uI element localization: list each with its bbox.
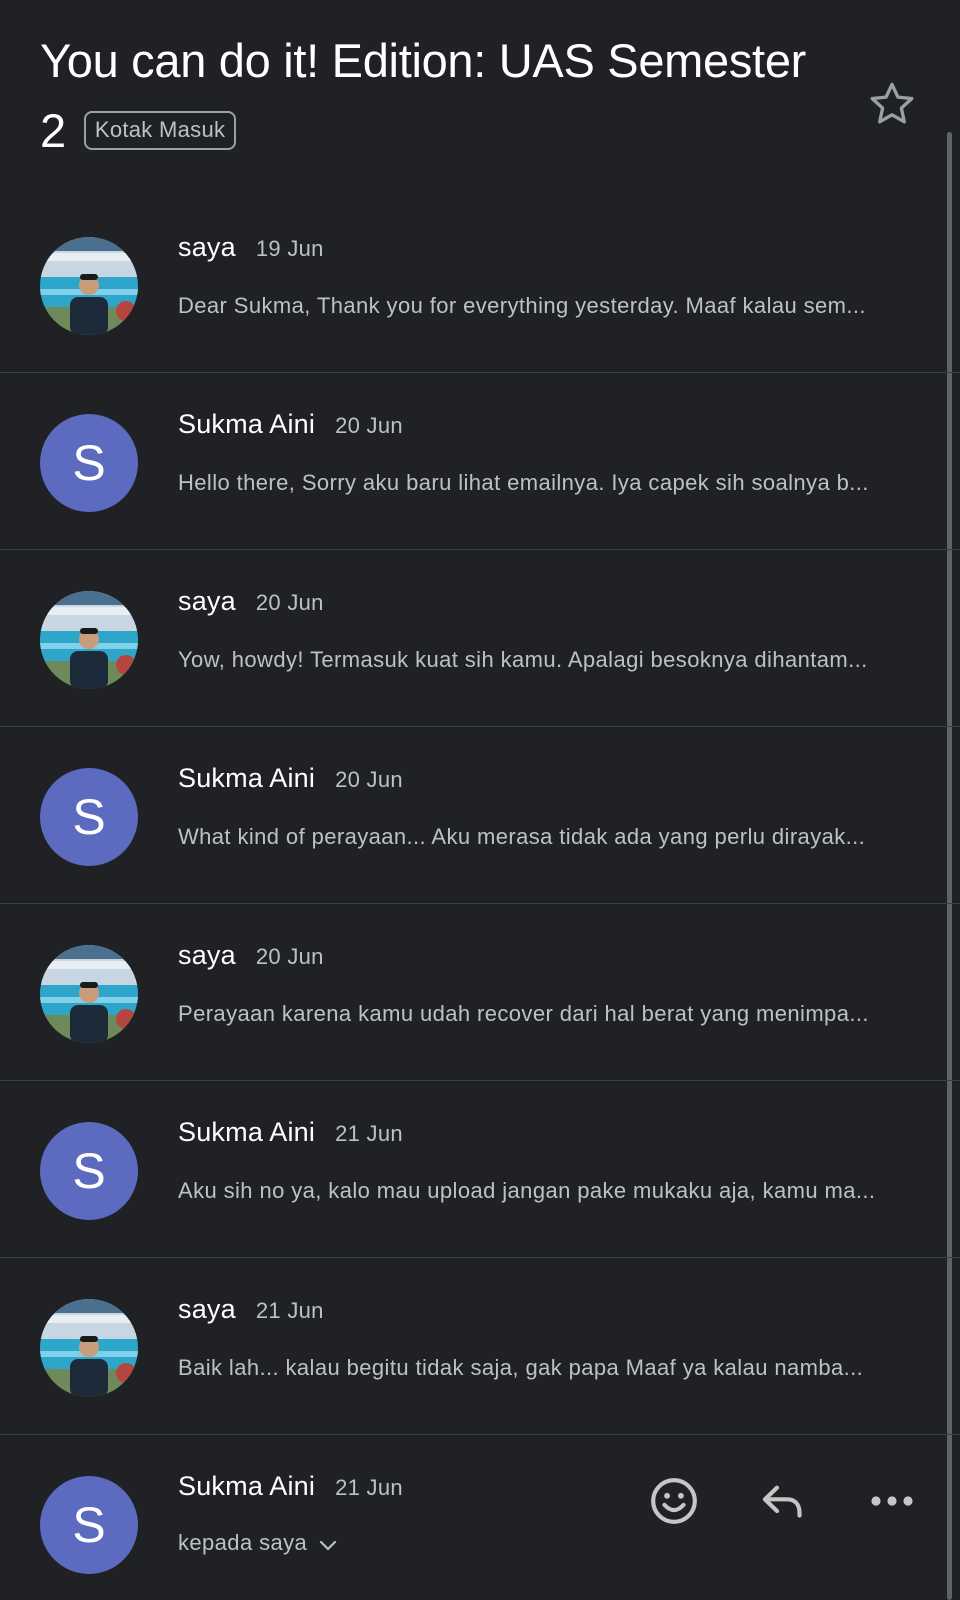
message-snippet: Hello there, Sorry aku baru lihat emailn… <box>178 470 869 495</box>
message-date: 21 Jun <box>255 1298 324 1323</box>
inbox-label-chip[interactable]: Kotak Masuk <box>83 111 237 150</box>
message-actions <box>644 1471 934 1531</box>
message-snippet: Baik lah... kalau begitu tidak saja, gak… <box>178 1355 864 1380</box>
message-item[interactable]: saya 19 Jun Dear Sukma, Thank you for eve… <box>0 196 960 373</box>
avatar-photo <box>40 591 138 689</box>
sender-name: Sukma Aini <box>178 1471 316 1501</box>
message-item[interactable]: S Sukma Aini 21 Jun Aku sih no ya, kalo m… <box>0 1081 960 1258</box>
message-date: 21 Jun <box>335 1121 403 1146</box>
avatar-photo <box>40 945 138 1043</box>
sender-name: saya <box>178 232 236 262</box>
message-snippet: What kind of perayaan... Aku merasa tida… <box>178 824 866 849</box>
avatar-initial: S <box>72 1497 106 1553</box>
message-header: saya 20 Jun <box>178 940 324 971</box>
chevron-down-icon[interactable] <box>319 1540 337 1552</box>
thread-subject: You can do it! Edition: UAS Semester 2 Ko… <box>40 26 840 166</box>
message-header: Sukma Aini 20 Jun <box>178 763 403 794</box>
message-date: 20 Jun <box>335 767 403 792</box>
message-snippet: Yow, howdy! Termasuk kuat sih kamu. Apal… <box>178 647 868 672</box>
message-date: 21 Jun <box>335 1475 403 1500</box>
recipient-text: kepada saya <box>178 1530 308 1555</box>
message-header: Sukma Aini 21 Jun <box>178 1117 403 1148</box>
message-header: Sukma Aini 21 Jun <box>178 1471 403 1502</box>
message-date: 19 Jun <box>255 236 324 261</box>
avatar-photo <box>40 1299 138 1397</box>
avatar-initial: S <box>72 435 106 491</box>
message-item[interactable]: S Sukma Aini 20 Jun What kind of perayaan… <box>0 727 960 904</box>
avatar-initial: S <box>72 789 106 845</box>
more-options-icon[interactable] <box>862 1471 922 1531</box>
message-item[interactable]: saya 21 Jun Baik lah... kalau begitu tida… <box>0 1258 960 1435</box>
message-snippet: Perayaan karena kamu udah recover dari h… <box>178 1001 869 1026</box>
avatar-letter: S <box>40 414 138 512</box>
sender-name: saya <box>178 1294 236 1324</box>
message-header: saya 21 Jun <box>178 1294 324 1325</box>
sender-name: Sukma Aini <box>178 1117 316 1147</box>
message-list: saya 19 Jun Dear Sukma, Thank you for eve… <box>0 196 960 1600</box>
sender-name: saya <box>178 940 236 970</box>
sender-name: saya <box>178 586 236 616</box>
message-date: 20 Jun <box>255 590 324 615</box>
avatar-letter: S <box>40 768 138 866</box>
sender-name: Sukma Aini <box>178 763 316 793</box>
message-date: 20 Jun <box>255 944 324 969</box>
thread-header: You can do it! Edition: UAS Semester 2 Ko… <box>40 26 840 166</box>
message-item[interactable]: saya 20 Jun Yow, howdy! Termasuk kuat sih… <box>0 550 960 727</box>
star-icon[interactable] <box>864 76 920 132</box>
recipient-details-toggle[interactable]: kepada saya <box>178 1530 337 1556</box>
avatar-photo <box>40 237 138 335</box>
emoji-reaction-icon[interactable] <box>644 1471 704 1531</box>
message-date: 20 Jun <box>335 413 403 438</box>
open-message[interactable]: S Sukma Aini 21 Jun kepada saya <box>0 1435 960 1600</box>
avatar-letter: S <box>40 1122 138 1220</box>
message-snippet: Dear Sukma, Thank you for everything yes… <box>178 293 866 318</box>
message-header: Sukma Aini 20 Jun <box>178 409 403 440</box>
sender-name: Sukma Aini <box>178 409 316 439</box>
avatar-letter: S <box>40 1476 138 1574</box>
avatar-initial: S <box>72 1143 106 1199</box>
message-header: saya 20 Jun <box>178 586 324 617</box>
reply-icon[interactable] <box>752 1471 812 1531</box>
email-thread-screen: You can do it! Edition: UAS Semester 2 Ko… <box>0 0 960 1600</box>
message-snippet: Aku sih no ya, kalo mau upload jangan pa… <box>178 1178 876 1203</box>
message-item[interactable]: S Sukma Aini 20 Jun Hello there, Sorry ak… <box>0 373 960 550</box>
message-item[interactable]: saya 20 Jun Perayaan karena kamu udah rec… <box>0 904 960 1081</box>
message-header: saya 19 Jun <box>178 232 324 263</box>
